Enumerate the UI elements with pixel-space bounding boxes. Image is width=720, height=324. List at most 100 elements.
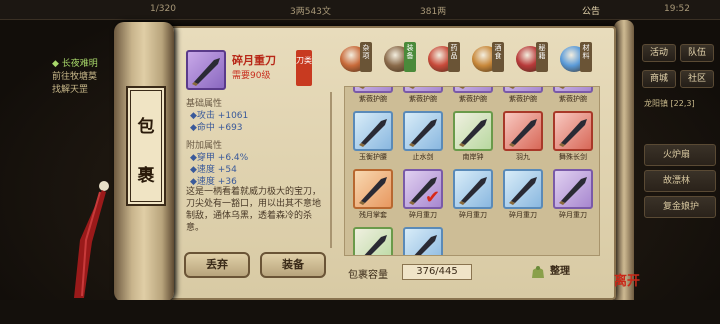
slot-label: 羽九 bbox=[516, 153, 530, 161]
inventory-slot[interactable]: 紫薇护腕 bbox=[451, 87, 495, 107]
tab-label: 酒食 bbox=[492, 42, 504, 72]
quick-item[interactable]: 复金娘护 bbox=[644, 196, 716, 218]
capacity-value: 376/445 bbox=[402, 264, 472, 280]
inventory-grid: 紫薇护腕 紫薇护腕 紫薇护腕 紫薇护腕 紫薇护腕玉衡护腰 止水剑 南岸钟 羽九 舞殊长剑残月掌套… bbox=[344, 86, 600, 256]
inventory-slot[interactable]: 碎月重刀 bbox=[451, 169, 495, 223]
bottom-bar bbox=[0, 300, 720, 324]
slot-label: 南岸钟 bbox=[462, 153, 484, 161]
basic-attrs-header: 基础属性 bbox=[186, 99, 223, 109]
item-icon bbox=[403, 87, 443, 93]
item-icon bbox=[403, 227, 443, 255]
item-requirement: 需要90级 bbox=[232, 71, 271, 81]
community-button[interactable]: 社区 bbox=[680, 70, 714, 88]
quest-title: ◆ 长夜难明 bbox=[52, 59, 98, 69]
item-description: 这是一柄看着就威力极大的宝刀，刀尖处有一豁口，用以出其不意地制敌，通体乌黑，透着… bbox=[186, 187, 322, 233]
item-icon bbox=[453, 111, 493, 151]
equip-button[interactable]: 装备 bbox=[260, 252, 326, 278]
tab-label: 杂项 bbox=[360, 42, 372, 72]
slot-label: 碎月重刀 bbox=[559, 211, 587, 219]
stat-row: ◆速度 +54 bbox=[190, 165, 237, 175]
slot-label: 舞殊长剑 bbox=[559, 153, 587, 161]
tab-2[interactable]: 药品 bbox=[424, 40, 460, 76]
inventory-slot[interactable]: 止水剑 bbox=[401, 111, 445, 165]
coords-readout: 1/320 bbox=[150, 4, 176, 14]
inventory-slot[interactable]: 碎月重刀 bbox=[501, 169, 545, 223]
bag-icon bbox=[532, 266, 544, 278]
tassel-decoration bbox=[74, 181, 109, 298]
tab-label: 装备 bbox=[404, 42, 416, 72]
inventory-slot[interactable]: 碎月重刀 bbox=[401, 227, 445, 255]
slot-label: 止水剑 bbox=[412, 153, 434, 161]
inventory-slot[interactable]: 碎月重刀 bbox=[551, 169, 595, 223]
slot-label: 玉衡护腰 bbox=[359, 153, 387, 161]
item-icon bbox=[503, 87, 543, 93]
item-icon bbox=[353, 111, 393, 151]
item-icon bbox=[503, 111, 543, 151]
inventory-slot[interactable]: 紫薇护腕 bbox=[501, 87, 545, 107]
slot-label: 紫薇护腕 bbox=[509, 95, 537, 103]
item-icon bbox=[453, 87, 493, 93]
notice-button[interactable]: 公告 bbox=[582, 4, 600, 17]
sort-button[interactable]: 整理 bbox=[530, 262, 580, 282]
inventory-slot[interactable]: 玉衡护腰 bbox=[351, 111, 395, 165]
panel-title: 包 裹 bbox=[126, 86, 166, 206]
tab-label: 材料 bbox=[580, 42, 592, 72]
category-tabs: 杂项 装备 药品 酒食 秘籍 材料 bbox=[336, 40, 606, 80]
item-icon bbox=[553, 111, 593, 151]
slot-label: 紫薇护腕 bbox=[559, 95, 587, 103]
item-icon bbox=[553, 87, 593, 93]
slot-label: 碎月重刀 bbox=[409, 211, 437, 219]
selected-item-icon bbox=[186, 50, 226, 90]
team-button[interactable]: 队伍 bbox=[680, 44, 714, 62]
status-bar: 1/320 3两543文 381两 公告 19:52 bbox=[0, 0, 720, 20]
inventory-slot[interactable]: 紫薇护腕 bbox=[351, 87, 395, 107]
item-icon bbox=[553, 169, 593, 209]
tab-1[interactable]: 装备 bbox=[380, 40, 416, 76]
inventory-slot[interactable]: 碎月重刀 ✔ bbox=[401, 169, 445, 223]
quest-line: 前往牧塘莫 bbox=[52, 72, 98, 82]
item-type-badge: 刀类 bbox=[296, 50, 312, 86]
location-label: 龙阳镇 [22,3] bbox=[644, 99, 695, 108]
inventory-slot[interactable]: 南岸钟 bbox=[451, 111, 495, 165]
clock: 19:52 bbox=[664, 4, 690, 14]
item-icon bbox=[403, 111, 443, 151]
silver-readout: 381两 bbox=[420, 7, 447, 17]
tab-4[interactable]: 秘籍 bbox=[512, 40, 548, 76]
slot-label: 残月掌套 bbox=[359, 211, 387, 219]
close-seal-button[interactable]: 离开 bbox=[614, 270, 640, 300]
slot-label: 紫薇护腕 bbox=[409, 95, 437, 103]
inventory-slot[interactable]: 碎月重刀 bbox=[351, 227, 395, 255]
tab-0[interactable]: 杂项 bbox=[336, 40, 372, 76]
quick-item[interactable]: 故漂林 bbox=[644, 170, 716, 192]
inventory-slot[interactable]: 紫薇护腕 bbox=[551, 87, 595, 107]
activity-button[interactable]: 活动 bbox=[642, 44, 676, 62]
tab-5[interactable]: 材料 bbox=[556, 40, 592, 76]
tab-label: 秘籍 bbox=[536, 42, 548, 72]
shop-button[interactable]: 商城 bbox=[642, 70, 676, 88]
inventory-slot[interactable]: 残月掌套 bbox=[351, 169, 395, 223]
discard-button[interactable]: 丢弃 bbox=[184, 252, 250, 278]
panel-title-char: 裹 bbox=[137, 166, 155, 186]
item-stats: 基础属性 ◆攻击 +1061 ◆命中 +693 附加属性 ◆穿甲 +6.4% ◆… bbox=[186, 96, 326, 187]
scroll-rod-right bbox=[614, 20, 634, 310]
slot-label: 碎月重刀 bbox=[509, 211, 537, 219]
divider bbox=[330, 92, 332, 248]
item-icon bbox=[503, 169, 543, 209]
item-name: 碎月重刀 bbox=[232, 54, 276, 67]
item-icon bbox=[353, 169, 393, 209]
inventory-slot[interactable]: 舞殊长剑 bbox=[551, 111, 595, 165]
stat-row: ◆攻击 +1061 bbox=[190, 111, 249, 121]
slot-label: 碎月重刀 bbox=[459, 211, 487, 219]
item-icon bbox=[353, 227, 393, 255]
tab-3[interactable]: 酒食 bbox=[468, 40, 504, 76]
capacity-label: 包裹容量 bbox=[348, 270, 388, 281]
quest-line: 找解天罡 bbox=[52, 85, 89, 95]
inventory-slot[interactable]: 羽九 bbox=[501, 111, 545, 165]
stat-row: ◆命中 +693 bbox=[190, 123, 243, 133]
inventory-slot[interactable]: 紫薇护腕 bbox=[401, 87, 445, 107]
money-readout: 3两543文 bbox=[290, 7, 331, 17]
slot-label: 紫薇护腕 bbox=[459, 95, 487, 103]
quest-tracker[interactable]: ◆ 长夜难明 前往牧塘莫 找解天罡 bbox=[52, 58, 98, 97]
stat-row: ◆穿甲 +6.4% bbox=[190, 153, 249, 163]
quick-item[interactable]: 火炉扇 bbox=[644, 144, 716, 166]
